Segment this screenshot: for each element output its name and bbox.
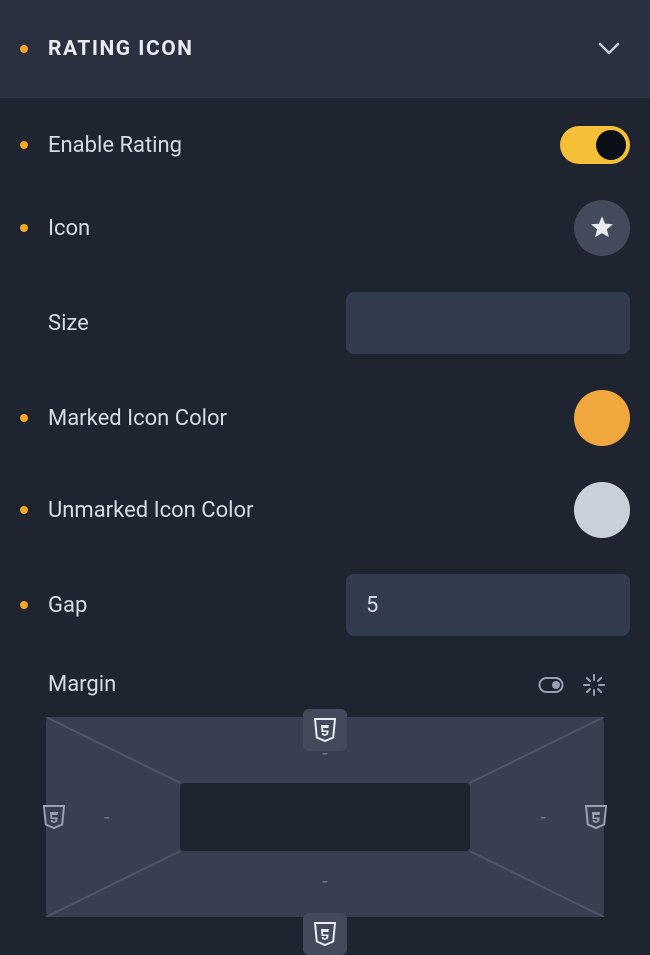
accent-dot <box>20 224 28 232</box>
margin-box-model[interactable]: - - - - <box>46 717 604 917</box>
row-enable-rating: Enable Rating <box>0 108 650 182</box>
settings-panel: Enable Rating Icon Size Marked I <box>0 98 650 927</box>
row-gap: Gap <box>0 556 650 654</box>
css3-shield-icon <box>584 804 608 830</box>
unmarked-color-swatch[interactable] <box>574 482 630 538</box>
accent-dot <box>20 601 28 609</box>
margin-bottom-value[interactable]: - <box>322 869 328 893</box>
row-icon: Icon <box>0 182 650 274</box>
size-input[interactable] <box>346 292 630 354</box>
row-marked-color: Marked Icon Color <box>0 372 650 464</box>
margin-right-css3-button[interactable] <box>584 804 608 830</box>
marked-color-swatch[interactable] <box>574 390 630 446</box>
margin-left-css3-button[interactable] <box>42 804 66 830</box>
css3-shield-icon <box>313 717 337 743</box>
enable-rating-label: Enable Rating <box>48 133 182 158</box>
unmarked-color-label: Unmarked Icon Color <box>48 498 253 523</box>
row-unmarked-color: Unmarked Icon Color <box>0 464 650 556</box>
accent-dot <box>20 141 28 149</box>
box-model-inner <box>180 783 470 851</box>
gap-input[interactable] <box>346 574 630 636</box>
star-icon <box>588 214 616 242</box>
size-input-group <box>346 292 630 354</box>
margin-bottom-css3-button[interactable] <box>303 913 347 955</box>
margin-top-css3-button[interactable] <box>303 709 347 751</box>
responsive-toggle-icon[interactable] <box>538 676 564 694</box>
size-label: Size <box>48 311 89 336</box>
margin-actions <box>538 673 606 697</box>
accent-dot <box>20 414 28 422</box>
toggle-knob <box>596 130 626 160</box>
icon-picker-button[interactable] <box>574 200 630 256</box>
margin-section: Margin <box>0 654 650 917</box>
panel-title: RATING ICON <box>48 37 194 61</box>
accent-dot <box>20 506 28 514</box>
link-values-icon[interactable] <box>582 673 606 697</box>
marked-color-label: Marked Icon Color <box>48 406 227 431</box>
enable-rating-toggle[interactable] <box>560 126 630 164</box>
margin-header: Margin <box>20 672 630 697</box>
css3-shield-icon <box>313 921 337 947</box>
margin-label: Margin <box>48 672 116 697</box>
gap-label: Gap <box>48 593 87 618</box>
icon-label: Icon <box>48 216 90 241</box>
accent-dot <box>20 45 28 53</box>
row-size: Size <box>0 274 650 372</box>
chevron-down-icon <box>598 42 620 56</box>
margin-right-value[interactable]: - <box>540 805 546 829</box>
gap-input-group <box>346 574 630 636</box>
css3-shield-icon <box>42 804 66 830</box>
margin-left-value[interactable]: - <box>104 805 110 829</box>
panel-header[interactable]: RATING ICON <box>0 0 650 98</box>
